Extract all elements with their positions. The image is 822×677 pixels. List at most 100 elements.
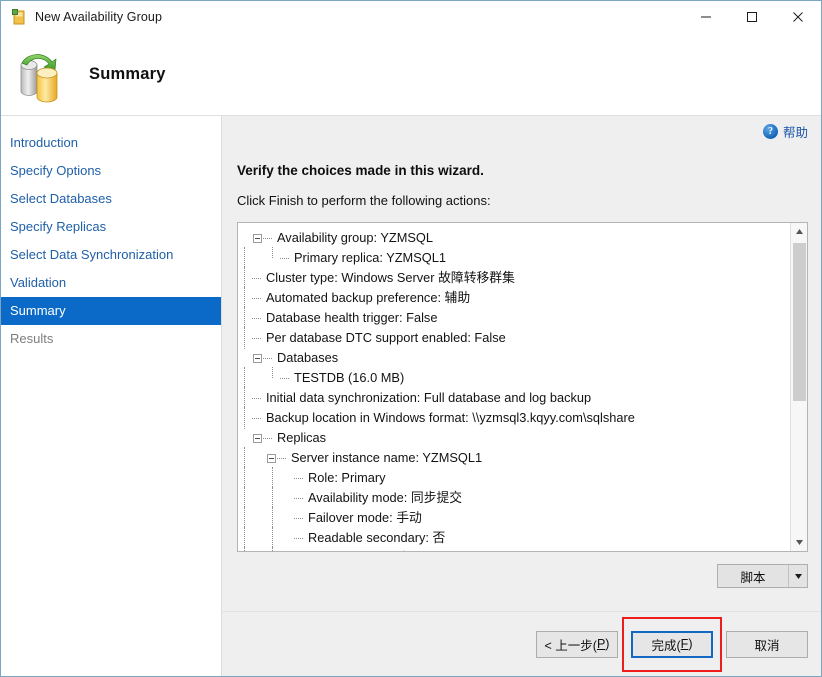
wizard-steps-sidebar: Introduction Specify Options Select Data…: [1, 116, 222, 676]
tree-row[interactable]: Initial data synchronization: Full datab…: [238, 387, 790, 409]
tree-connector: [277, 448, 288, 468]
tree-row-label: Databases: [277, 350, 339, 365]
tree-row-label: Availability group: YZMSQL: [277, 230, 434, 245]
summary-tree[interactable]: Availability group: YZMSQL Primary repli…: [238, 223, 790, 551]
tree-collapse-icon[interactable]: [253, 433, 262, 443]
tree-connector: [294, 468, 305, 488]
tree-indent: [266, 467, 280, 489]
tree-indent: [266, 487, 280, 509]
tree-row[interactable]: Databases: [238, 348, 790, 368]
close-button[interactable]: [775, 1, 821, 33]
tree-row-label: TESTDB (16.0 MB): [294, 370, 405, 385]
tree-row[interactable]: Automated backup preference: 辅助: [238, 287, 790, 309]
tree-indent: [238, 287, 252, 309]
tree-row[interactable]: Seeding mode: 自动: [238, 547, 790, 551]
tree-indent: [238, 327, 252, 349]
tree-connector: [252, 288, 263, 308]
tree-row[interactable]: Readable secondary: 否: [238, 527, 790, 549]
tree-vertical-scrollbar[interactable]: [790, 223, 807, 551]
tree-indent: [266, 247, 280, 268]
sidebar-item-select-data-synchronization[interactable]: Select Data Synchronization: [1, 241, 221, 269]
tree-row-label: Readable secondary: 否: [308, 530, 446, 545]
tree-row-label: Replicas: [277, 430, 327, 445]
finish-button[interactable]: 完成(F): [631, 630, 713, 658]
tree-indent: [238, 467, 252, 489]
tree-indent: [266, 367, 280, 388]
sidebar-item-introduction[interactable]: Introduction: [1, 129, 221, 157]
tree-indent: [238, 407, 252, 429]
tree-connector: [263, 228, 274, 248]
tree-indent: [238, 507, 252, 529]
sidebar-item-specify-replicas[interactable]: Specify Replicas: [1, 213, 221, 241]
tree-row-label: Failover mode: 手动: [308, 510, 422, 525]
tree-collapse-icon[interactable]: [253, 353, 262, 363]
page-header: Summary: [1, 33, 821, 115]
tree-indent: [238, 387, 252, 409]
database-sync-icon: [11, 43, 73, 105]
cancel-button[interactable]: 取消: [726, 630, 808, 658]
tree-row-label: Cluster type: Windows Server 故障转移群集: [266, 270, 515, 285]
tree-row[interactable]: Primary replica: YZMSQL1: [238, 247, 790, 269]
tree-collapse-icon[interactable]: [253, 233, 262, 243]
previous-accesskey: P: [596, 637, 606, 651]
tree-indent: [266, 527, 280, 549]
help-question-icon: ?: [762, 123, 778, 139]
tree-connector: [294, 508, 305, 528]
scroll-up-icon[interactable]: [791, 223, 808, 240]
script-button-label: 脚本: [740, 570, 766, 585]
page-title: Summary: [89, 64, 166, 83]
minimize-button[interactable]: [683, 1, 729, 33]
sidebar-item-specify-options[interactable]: Specify Options: [1, 157, 221, 185]
window-controls: [683, 1, 821, 33]
window-body: Introduction Specify Options Select Data…: [1, 115, 821, 676]
tree-row[interactable]: Database health trigger: False: [238, 307, 790, 329]
tree-row-label: Per database DTC support enabled: False: [266, 330, 506, 345]
tree-row-label: Database health trigger: False: [266, 310, 438, 325]
tree-row[interactable]: Backup location in Windows format: \\yzm…: [238, 407, 790, 429]
tree-row[interactable]: Failover mode: 手动: [238, 507, 790, 529]
scroll-down-icon[interactable]: [791, 534, 808, 551]
chevron-down-icon[interactable]: [788, 565, 807, 587]
tree-indent: [238, 487, 252, 509]
tree-row[interactable]: Server instance name: YZMSQL1: [238, 447, 790, 469]
tree-connector: [263, 348, 274, 368]
tree-collapse-icon[interactable]: [267, 453, 276, 463]
tree-row-label: Primary replica: YZMSQL1: [294, 250, 446, 265]
help-link[interactable]: ? 帮助: [762, 122, 808, 141]
tree-connector: [252, 408, 263, 428]
tree-row[interactable]: Availability group: YZMSQL: [238, 228, 790, 248]
previous-button[interactable]: < 上一步(P): [536, 630, 618, 658]
tree-indent: [266, 547, 280, 551]
tree-row[interactable]: Per database DTC support enabled: False: [238, 327, 790, 349]
help-label: 帮助: [782, 125, 808, 140]
title-bar: New Availability Group: [1, 1, 821, 33]
tree-row[interactable]: Replicas: [238, 428, 790, 448]
tree-row[interactable]: Role: Primary: [238, 467, 790, 489]
sidebar-item-results: Results: [10, 331, 54, 346]
maximize-button[interactable]: [729, 1, 775, 33]
sidebar-item-validation[interactable]: Validation: [1, 269, 221, 297]
scrollbar-track[interactable]: [791, 240, 807, 534]
sidebar-item-select-databases[interactable]: Select Databases: [1, 185, 221, 213]
tree-row[interactable]: Availability mode: 同步提交: [238, 487, 790, 509]
previous-label-suffix: ): [605, 637, 610, 651]
sidebar-item-summary[interactable]: Summary: [1, 297, 221, 325]
click-finish-text: Click Finish to perform the following ac…: [237, 193, 491, 208]
tree-row-label: Role: Primary: [308, 470, 386, 485]
tree-row[interactable]: Cluster type: Windows Server 故障转移群集: [238, 267, 790, 289]
scrollbar-thumb[interactable]: [793, 243, 806, 401]
finish-button-wrapper: 完成(F): [622, 616, 722, 672]
script-button[interactable]: 脚本: [717, 564, 808, 588]
tree-row[interactable]: TESTDB (16.0 MB): [238, 367, 790, 389]
